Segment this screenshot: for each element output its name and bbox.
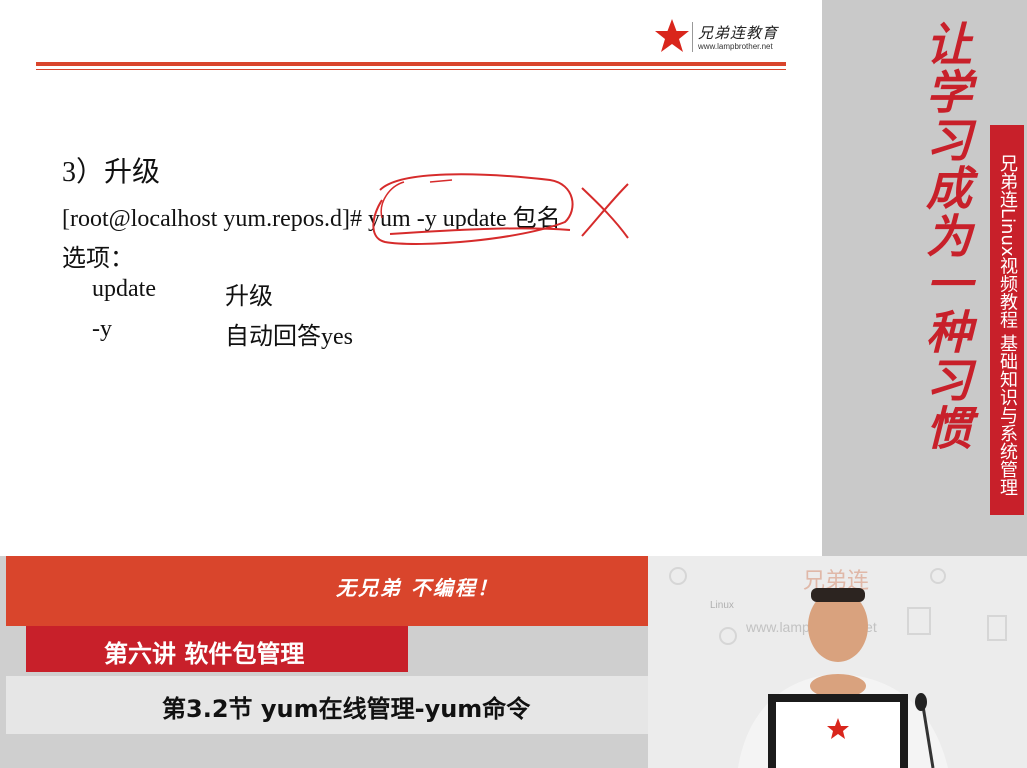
logo-text: 兄弟连教育 <box>698 24 779 42</box>
logo-divider <box>692 22 693 52</box>
right-banner: 让学习成为一种习惯 兄弟连Linux视频教程 基础知识与系统管理 <box>822 0 1027 556</box>
star-icon <box>655 19 689 52</box>
lecture-title: 第六讲 软件包管理 <box>104 640 305 668</box>
header-rule-thin <box>36 69 786 70</box>
header-rule <box>36 62 786 66</box>
section-label: 第3.2节 yum在线管理-yum命令 <box>162 695 531 723</box>
tagline: 无兄弟 不编程！ <box>336 576 499 600</box>
option-desc: 升级 <box>225 284 273 310</box>
course-strip: 兄弟连Linux视频教程 基础知识与系统管理 <box>990 125 1024 515</box>
section-title: 3）升级 <box>62 157 161 188</box>
handwritten-annotation <box>372 173 629 245</box>
option-flag: -y <box>92 316 112 342</box>
slogan: 让学习成为一种习惯 <box>919 20 973 452</box>
lower-third: 无兄弟 不编程！ 第六讲 软件包管理 第3.2节 yum在线管理-yum命令 <box>0 556 648 768</box>
watermark-linux: Linux <box>710 600 734 611</box>
brand-logo: 兄弟连教育 www.lampbrother.net <box>654 18 794 58</box>
slide-canvas: 兄弟连教育 www.lampbrother.net 3）升级 [root@loc… <box>0 0 822 556</box>
course-title: 兄弟连Linux视频教程 基础知识与系统管理 <box>997 153 1018 497</box>
section-band: 第3.2节 yum在线管理-yum命令 <box>6 676 648 734</box>
options-heading: 选项： <box>62 246 134 272</box>
tagline-band: 无兄弟 不编程！ <box>6 556 648 626</box>
lecture-band: 第六讲 软件包管理 <box>26 626 408 672</box>
presenter-scene: 兄弟连 www.lampbrother.net Linux <box>648 556 1027 768</box>
option-desc: 自动回答yes <box>225 324 353 350</box>
presenter-video: 兄弟连 www.lampbrother.net Linux <box>648 556 1027 768</box>
option-row: -y 自动回答yes <box>92 316 353 350</box>
option-row: update 升级 <box>92 276 273 310</box>
logo-url: www.lampbrother.net <box>698 42 773 51</box>
option-flag: update <box>92 276 156 302</box>
